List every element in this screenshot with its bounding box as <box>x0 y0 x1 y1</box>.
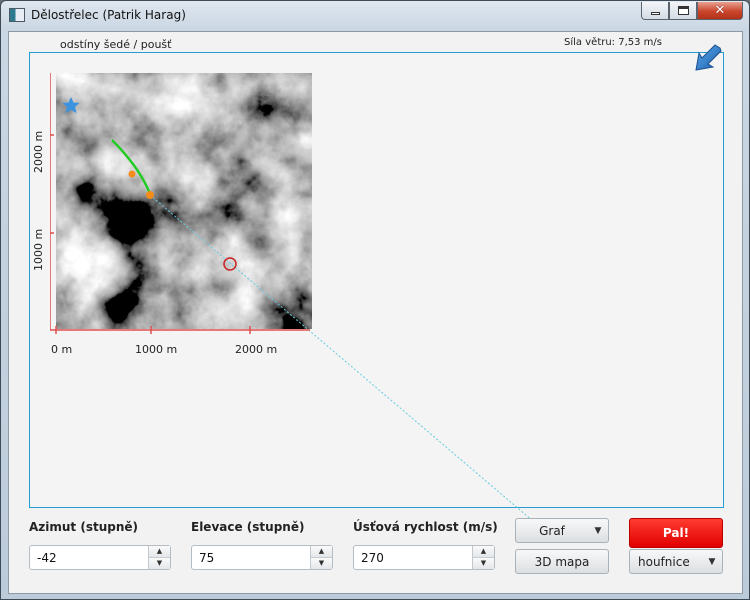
azimuth-increment-button[interactable]: ▲ <box>149 546 170 558</box>
graph-menu-button[interactable]: Graf ▼ <box>515 518 609 543</box>
x-tick-label-0: 0 m <box>51 343 73 356</box>
elevation-spin-buttons: ▲ ▼ <box>310 546 332 569</box>
elevation-label: Elevace (stupně) <box>191 520 305 534</box>
elevation-increment-button[interactable]: ▲ <box>311 546 332 558</box>
graph-button-label: Graf <box>539 523 565 538</box>
elevation-input[interactable] <box>192 546 308 569</box>
elevation-decrement-button[interactable]: ▼ <box>311 557 332 569</box>
elevation-spinner[interactable]: ▲ ▼ <box>191 545 333 570</box>
y-tick-label-2000: 2000 m <box>32 130 45 173</box>
terrain-map[interactable] <box>50 73 312 335</box>
muzzle-velocity-increment-button[interactable]: ▲ <box>473 546 494 558</box>
arrow-down-icon: ▼ <box>318 558 325 567</box>
close-button[interactable]: ✕ <box>697 2 743 20</box>
arrow-down-icon: ▼ <box>480 558 487 567</box>
muzzle-velocity-decrement-button[interactable]: ▼ <box>473 557 494 569</box>
azimuth-input[interactable] <box>30 546 146 569</box>
control-panel: Azimut (stupně) ▲ ▼ Elevace (stupně) ▲ ▼… <box>9 512 744 592</box>
heightmap <box>56 73 312 329</box>
azimuth-spin-buttons: ▲ ▼ <box>148 546 170 569</box>
fire-button[interactable]: Pal! <box>629 518 723 548</box>
wind-strength-label: Síla větru: 7,53 m/s <box>564 37 662 48</box>
azimuth-decrement-button[interactable]: ▼ <box>149 557 170 569</box>
battlefield-canvas[interactable]: 0 m 1000 m 2000 m 1000 m 2000 m <box>29 44 724 528</box>
minimize-icon <box>650 12 660 15</box>
window-controls: ✕ <box>641 2 743 20</box>
muzzle-velocity-input[interactable] <box>354 546 470 569</box>
weapon-select-value: houfnice <box>638 554 690 569</box>
minimize-button[interactable] <box>641 2 669 20</box>
arrow-up-icon: ▲ <box>480 546 487 555</box>
chevron-down-icon: ▼ <box>594 525 602 536</box>
azimuth-spinner[interactable]: ▲ ▼ <box>29 545 171 570</box>
x-tick-label-2000: 2000 m <box>235 343 278 356</box>
app-window: Dělostřelec (Patrik Harag) ✕ odstíny šed… <box>0 0 750 600</box>
muzzle-velocity-spinner[interactable]: ▲ ▼ <box>353 545 495 570</box>
wind-direction-arrow-icon <box>695 44 722 71</box>
muzzle-velocity-label: Úsťová rychlost (m/s) <box>353 520 498 534</box>
close-icon: ✕ <box>714 3 726 18</box>
title-bar[interactable]: Dělostřelec (Patrik Harag) ✕ <box>1 1 749 31</box>
client-area: odstíny šedé / poušť Síla větru: 7,53 m/… <box>8 31 743 594</box>
app-icon <box>9 8 25 22</box>
arrow-up-icon: ▲ <box>318 546 325 555</box>
color-mode-label[interactable]: odstíny šedé / poušť <box>60 38 171 51</box>
arrow-down-icon: ▼ <box>156 558 163 567</box>
3d-map-button[interactable]: 3D mapa <box>515 549 609 574</box>
muzzle-velocity-spin-buttons: ▲ ▼ <box>472 546 494 569</box>
arrow-up-icon: ▲ <box>156 546 163 555</box>
x-tick-label-1000: 1000 m <box>135 343 178 356</box>
y-tick-label-1000: 1000 m <box>32 228 45 271</box>
window-title: Dělostřelec (Patrik Harag) <box>31 8 186 22</box>
chevron-down-icon: ▼ <box>708 556 716 567</box>
weapon-select[interactable]: houfnice ▼ <box>629 549 723 574</box>
3d-map-button-label: 3D mapa <box>534 554 590 569</box>
azimuth-label: Azimut (stupně) <box>29 520 139 534</box>
maximize-button[interactable] <box>669 2 697 20</box>
maximize-icon <box>677 6 689 15</box>
